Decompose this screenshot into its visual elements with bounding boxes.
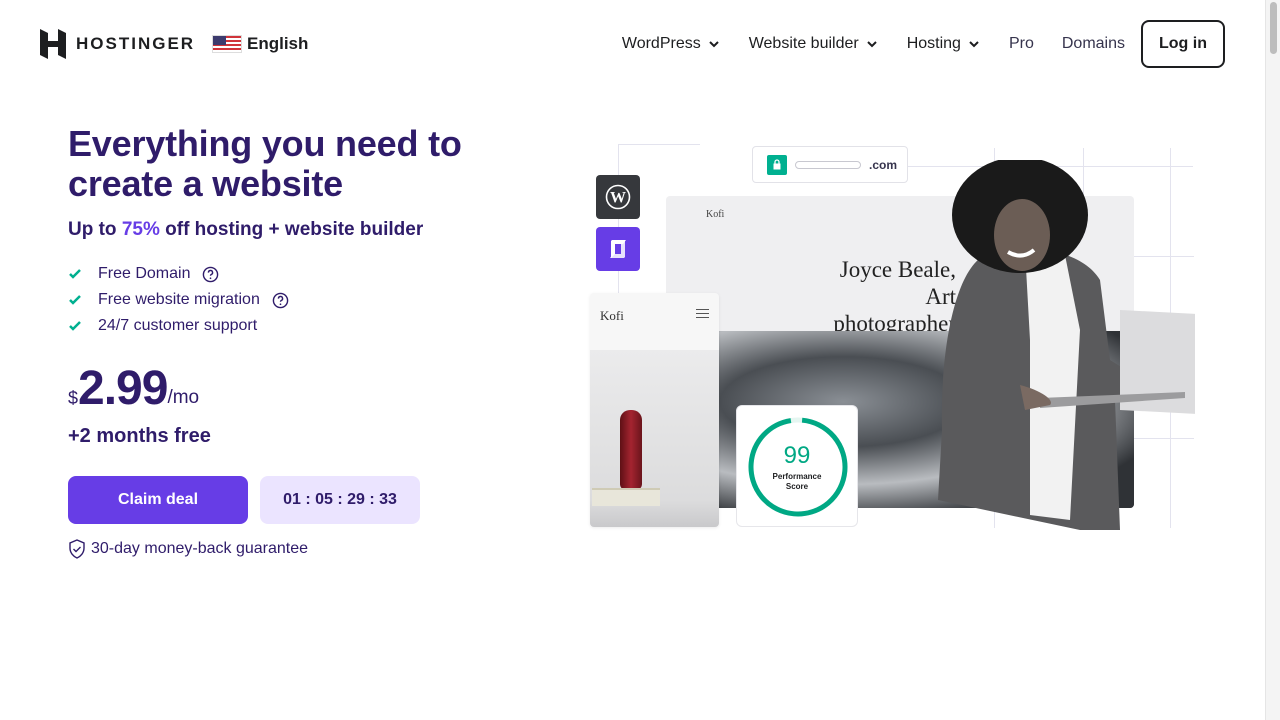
nav-pro[interactable]: Pro — [1009, 35, 1034, 53]
performance-score-label: Performance Score — [772, 472, 822, 491]
countdown-timer: 01 : 05 : 29 : 33 — [260, 476, 420, 524]
website-builder-badge — [596, 227, 640, 271]
shield-check-icon — [69, 539, 85, 559]
feature-label: Free website migration — [98, 291, 260, 308]
feature-label: 24/7 customer support — [98, 317, 258, 334]
nav-domains[interactable]: Domains — [1062, 35, 1125, 53]
site-header: HOSTINGER English WordPress Website buil… — [0, 0, 1265, 88]
nav-website-builder-label: Website builder — [748, 35, 859, 52]
page-scrollbar[interactable] — [1265, 0, 1280, 720]
url-tld: .com — [869, 157, 898, 172]
feature-item: Free website migration — [68, 287, 508, 313]
vase-photo — [590, 350, 719, 527]
hostinger-logo-icon — [40, 29, 66, 59]
grid-line — [618, 144, 619, 294]
price: $ 2.99 /mo — [68, 365, 508, 413]
checkmark-icon — [69, 295, 81, 305]
checkmark-icon — [69, 269, 81, 279]
bonus-text: +2 months free — [68, 425, 211, 447]
performance-score-value: 99 — [783, 442, 811, 469]
grid-line — [618, 144, 700, 145]
vase-shape — [620, 410, 642, 490]
price-currency: $ — [68, 388, 79, 408]
chevron-down-icon — [709, 41, 719, 48]
language-selector[interactable]: English — [212, 34, 308, 54]
claim-deal-button[interactable]: Claim deal — [68, 476, 248, 524]
url-placeholder — [795, 160, 861, 169]
help-circle-icon[interactable] — [202, 266, 219, 283]
performance-score-card: 99 Performance Score — [736, 405, 858, 527]
hamburger-menu-icon — [696, 309, 709, 318]
nav-hosting[interactable]: Hosting — [907, 35, 981, 53]
wordpress-badge: W — [596, 175, 640, 219]
nav-website-builder[interactable]: Website builder — [749, 35, 879, 53]
mobile-preview: Kofi — [590, 293, 719, 527]
feature-item: Free Domain — [68, 261, 508, 287]
subtitle-suffix: off hosting + website builder — [159, 219, 424, 240]
site-brand: Kofi — [706, 209, 725, 220]
nav-pro-label: Pro — [1008, 35, 1034, 52]
language-label: English — [247, 34, 309, 53]
subtitle-prefix: Up to — [68, 219, 122, 240]
guarantee-label: 30-day money-back guarantee — [91, 540, 309, 557]
scrollbar-thumb[interactable] — [1270, 2, 1277, 54]
feature-label: Free Domain — [98, 265, 191, 282]
hero-content: Everything you need to create a website … — [68, 124, 508, 559]
lock-icon — [767, 154, 787, 175]
price-amount: 2.99 — [78, 362, 168, 415]
url-bar: .com — [752, 146, 908, 183]
checkmark-icon — [69, 321, 81, 331]
chevron-down-icon — [866, 41, 877, 48]
mobile-brand: Kofi — [600, 308, 624, 323]
svg-text:W: W — [610, 190, 626, 207]
nav-wordpress[interactable]: WordPress — [622, 35, 721, 53]
woman-with-laptop-photo — [938, 160, 1195, 530]
discount-percent: 75% — [121, 219, 160, 240]
wordpress-icon: W — [605, 184, 631, 210]
main-nav: WordPress Website builder Hosting Pro Do… — [594, 20, 1225, 68]
hero-title: Everything you need to create a website — [68, 123, 462, 204]
nav-wordpress-label: WordPress — [621, 35, 701, 52]
money-back-guarantee: 30-day money-back guarantee — [68, 539, 508, 559]
cta-row: Claim deal 01 : 05 : 29 : 33 — [68, 476, 508, 524]
us-flag-icon — [212, 35, 242, 53]
hostinger-builder-icon — [610, 240, 626, 258]
hero-illustration: .com W Kofi Joyce Beale, Art photographe… — [590, 140, 1195, 530]
hostinger-logo[interactable]: HOSTINGER — [40, 29, 195, 59]
books-shape — [592, 488, 660, 506]
hero-subtitle: Up to 75% off hosting + website builder — [68, 219, 508, 241]
brand-name: HOSTINGER — [76, 34, 196, 53]
price-period: /mo — [167, 387, 200, 408]
nav-domains-label: Domains — [1061, 35, 1125, 52]
chevron-down-icon — [969, 41, 979, 48]
login-button[interactable]: Log in — [1141, 20, 1225, 68]
help-circle-icon[interactable] — [272, 292, 289, 309]
feature-list: Free Domain Free website migration 24/7 … — [68, 261, 508, 339]
feature-item: 24/7 customer support — [68, 313, 508, 339]
nav-hosting-label: Hosting — [906, 35, 961, 52]
